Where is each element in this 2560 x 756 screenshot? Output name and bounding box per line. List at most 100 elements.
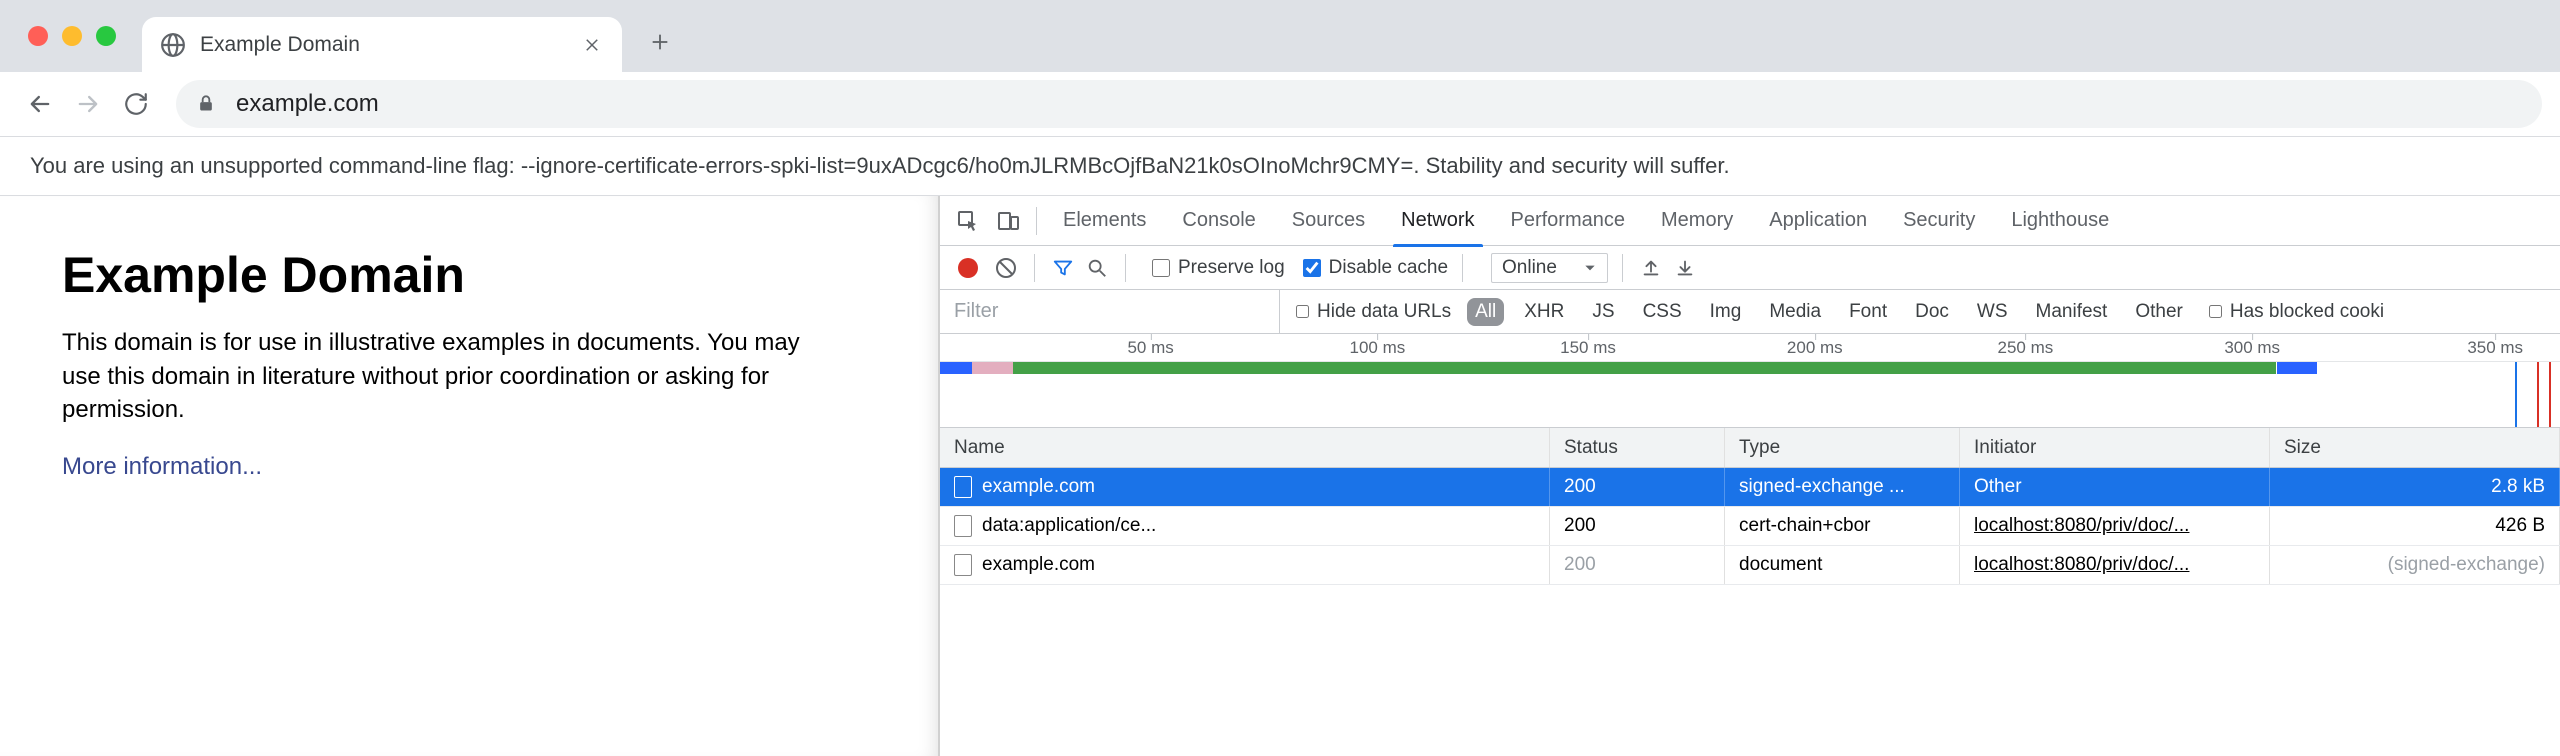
table-row[interactable]: example.com200documentlocalhost:8080/pri… xyxy=(940,546,2560,585)
device-toolbar-icon[interactable] xyxy=(988,201,1028,241)
address-bar[interactable]: example.com xyxy=(176,80,2542,128)
tab-security[interactable]: Security xyxy=(1885,196,1993,246)
table-row[interactable]: data:application/ce...200cert-chain+cbor… xyxy=(940,507,2560,546)
filter-xhr[interactable]: XHR xyxy=(1516,298,1572,326)
network-toolbar: Preserve log Disable cache Online xyxy=(940,246,2560,290)
tab-title: Example Domain xyxy=(200,33,580,57)
file-icon xyxy=(954,476,972,498)
col-size[interactable]: Size xyxy=(2270,428,2560,467)
preserve-log-checkbox[interactable]: Preserve log xyxy=(1152,257,1285,279)
network-timeline[interactable]: 50 ms 100 ms 150 ms 200 ms 250 ms 300 ms… xyxy=(940,334,2560,428)
devtools-tabs: Elements Console Sources Network Perform… xyxy=(940,196,2560,246)
col-initiator[interactable]: Initiator xyxy=(1960,428,2270,467)
filter-ws[interactable]: WS xyxy=(1969,298,2016,326)
col-status[interactable]: Status xyxy=(1550,428,1725,467)
col-name[interactable]: Name xyxy=(940,428,1550,467)
tick: 50 ms xyxy=(1127,338,1173,358)
cell-size: 426 B xyxy=(2270,507,2560,545)
throttling-select[interactable]: Online xyxy=(1491,253,1608,283)
preserve-log-label: Preserve log xyxy=(1178,257,1285,279)
cell-type: document xyxy=(1725,546,1960,584)
upload-icon[interactable] xyxy=(1637,254,1665,282)
tab-sources[interactable]: Sources xyxy=(1274,196,1383,246)
maximize-window-button[interactable] xyxy=(96,26,116,46)
devtools-panel: Elements Console Sources Network Perform… xyxy=(940,196,2560,756)
lock-icon xyxy=(196,93,218,115)
col-type[interactable]: Type xyxy=(1725,428,1960,467)
content-area: Example Domain This domain is for use in… xyxy=(0,196,2560,756)
tab-lighthouse[interactable]: Lighthouse xyxy=(1993,196,2127,246)
tick: 100 ms xyxy=(1350,338,1406,358)
filter-img[interactable]: Img xyxy=(1702,298,1750,326)
divider xyxy=(1622,254,1623,282)
tick: 350 ms xyxy=(2467,338,2523,358)
download-icon[interactable] xyxy=(1671,254,1699,282)
timeline-ruler: 50 ms 100 ms 150 ms 200 ms 250 ms 300 ms… xyxy=(940,334,2560,362)
window-controls xyxy=(0,26,116,72)
close-window-button[interactable] xyxy=(28,26,48,46)
search-icon[interactable] xyxy=(1083,254,1111,282)
has-blocked-cookies-label: Has blocked cooki xyxy=(2230,301,2384,323)
filter-css[interactable]: CSS xyxy=(1635,298,1690,326)
tick: 250 ms xyxy=(1998,338,2054,358)
file-icon xyxy=(954,554,972,576)
tab-performance[interactable]: Performance xyxy=(1493,196,1644,246)
disable-cache-checkbox[interactable]: Disable cache xyxy=(1303,257,1448,279)
forward-button[interactable] xyxy=(66,82,110,126)
record-button[interactable] xyxy=(958,258,978,278)
filter-all[interactable]: All xyxy=(1467,298,1504,326)
inspect-element-icon[interactable] xyxy=(948,201,988,241)
filter-toggle-icon[interactable] xyxy=(1049,254,1077,282)
filter-js[interactable]: JS xyxy=(1584,298,1622,326)
divider xyxy=(1462,254,1463,282)
cell-type: cert-chain+cbor xyxy=(1725,507,1960,545)
has-blocked-cookies-input[interactable] xyxy=(2209,305,2222,318)
cell-size: 2.8 kB xyxy=(2270,468,2560,506)
url-text: example.com xyxy=(236,90,379,118)
filter-doc[interactable]: Doc xyxy=(1907,298,1957,326)
throttling-value: Online xyxy=(1502,257,1557,279)
hide-data-urls-checkbox[interactable]: Hide data URLs xyxy=(1296,301,1451,323)
tick: 300 ms xyxy=(2224,338,2280,358)
cell-type: signed-exchange ... xyxy=(1725,468,1960,506)
tab-elements[interactable]: Elements xyxy=(1045,196,1164,246)
file-icon xyxy=(954,515,972,537)
disable-cache-input[interactable] xyxy=(1303,259,1321,277)
tab-console[interactable]: Console xyxy=(1164,196,1273,246)
hide-data-urls-input[interactable] xyxy=(1296,305,1309,318)
filter-media[interactable]: Media xyxy=(1761,298,1829,326)
browser-toolbar: example.com xyxy=(0,72,2560,136)
cell-status: 200 xyxy=(1550,507,1725,545)
clear-icon[interactable] xyxy=(992,254,1020,282)
tab-memory[interactable]: Memory xyxy=(1643,196,1751,246)
domcontentloaded-line xyxy=(2515,362,2517,427)
filter-font[interactable]: Font xyxy=(1841,298,1895,326)
page-heading: Example Domain xyxy=(62,246,876,304)
more-info-link[interactable]: More information... xyxy=(62,453,262,480)
new-tab-button[interactable] xyxy=(638,20,682,64)
resource-type-filters: All XHR JS CSS Img Media Font Doc WS Man… xyxy=(1467,298,2191,326)
reload-button[interactable] xyxy=(114,82,158,126)
timeline-markers xyxy=(940,362,2560,427)
chevron-down-icon xyxy=(1583,261,1597,275)
filter-manifest[interactable]: Manifest xyxy=(2028,298,2116,326)
back-button[interactable] xyxy=(18,82,62,126)
tab-network[interactable]: Network xyxy=(1383,196,1492,246)
tab-application[interactable]: Application xyxy=(1751,196,1885,246)
cell-initiator: localhost:8080/priv/doc/... xyxy=(1960,507,2270,545)
warning-text: You are using an unsupported command-lin… xyxy=(30,153,1730,178)
table-row[interactable]: example.com200signed-exchange ...Other2.… xyxy=(940,468,2560,507)
globe-icon xyxy=(160,32,186,58)
minimize-window-button[interactable] xyxy=(62,26,82,46)
browser-tab[interactable]: Example Domain xyxy=(142,17,622,72)
tick: 150 ms xyxy=(1560,338,1616,358)
close-tab-button[interactable] xyxy=(580,33,604,57)
preserve-log-input[interactable] xyxy=(1152,259,1170,277)
disable-cache-label: Disable cache xyxy=(1329,257,1448,279)
cell-name: data:application/ce... xyxy=(940,507,1550,545)
filter-other[interactable]: Other xyxy=(2127,298,2191,326)
warning-infobar: You are using an unsupported command-lin… xyxy=(0,136,2560,196)
cell-status: 200 xyxy=(1550,468,1725,506)
filter-input[interactable] xyxy=(940,290,1280,333)
has-blocked-cookies-checkbox[interactable]: Has blocked cooki xyxy=(2209,301,2384,323)
